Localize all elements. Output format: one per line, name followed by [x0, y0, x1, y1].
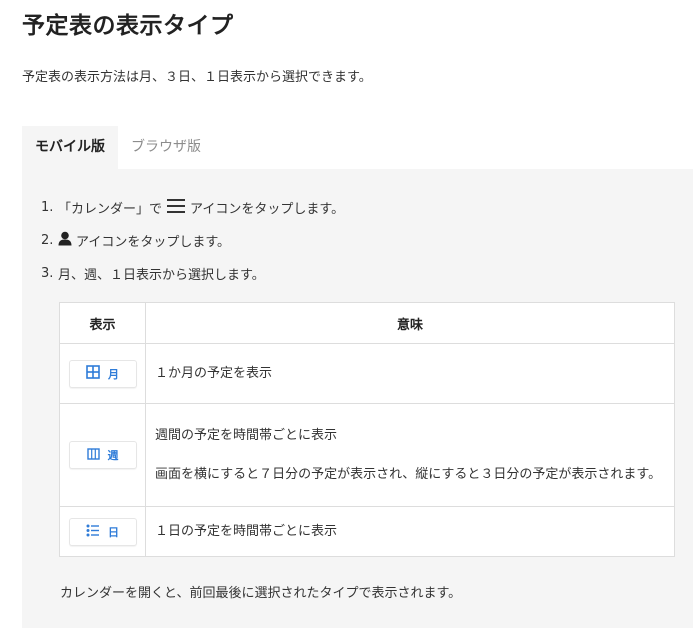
menu-icon [166, 198, 186, 218]
display-cell: 週 [59, 403, 146, 507]
meaning-cell: １日の予定を時間帯ごとに表示 [145, 506, 675, 557]
tab-browser[interactable]: ブラウザ版 [118, 126, 214, 169]
table-row: 日 １日の予定を時間帯ごとに表示 [59, 506, 675, 557]
mode-label: 月 [108, 367, 119, 381]
meaning-cell: １か月の予定を表示 [145, 343, 675, 404]
tab-panel-mobile: 1. 「カレンダー」で アイコンをタップします。 2. アイコンをタップします。… [22, 169, 693, 628]
step-number: 2. [41, 233, 54, 248]
table-row: 週 週間の予定を時間帯ごとに表示 画面を横にすると７日分の予定が表示され、縦にす… [59, 403, 675, 507]
table-header-row: 表示 意味 [59, 302, 675, 344]
steps-list: 1. 「カレンダー」で アイコンをタップします。 2. アイコンをタップします。… [41, 191, 344, 290]
help-page: 予定表の表示タイプ 予定表の表示方法は月、３日、１日表示から選択できます。 モバ… [0, 0, 700, 634]
tab-bar: モバイル版 ブラウザ版 [22, 126, 214, 169]
meaning-text: １か月の予定を表示 [155, 366, 273, 381]
step-number: 3. [41, 266, 54, 281]
closing-note: カレンダーを開くと、前回最後に選択されたタイプで表示されます。 [60, 586, 462, 601]
meaning-text: 週間の予定を時間帯ごとに表示 [155, 428, 338, 443]
user-icon [58, 231, 72, 250]
page-title: 予定表の表示タイプ [22, 13, 234, 39]
step-text-after: アイコンをタップします。 [76, 235, 231, 250]
step-item: 1. 「カレンダー」で アイコンをタップします。 [41, 191, 344, 224]
header-meaning: 意味 [145, 302, 675, 344]
month-view-button: 月 [68, 359, 137, 388]
day-view-button: 日 [68, 517, 137, 546]
tab-mobile[interactable]: モバイル版 [22, 126, 118, 169]
step-text-before: 「カレンダー」で [58, 202, 163, 217]
step-text-after: 月、週、１日表示から選択します。 [58, 268, 265, 283]
display-type-table: 表示 意味 月 １か月の予定を表示 週 週間の予定を時間帯ごとに表示 画面を横に… [59, 302, 675, 557]
step-number: 1. [41, 200, 54, 215]
step-item: 3. 月、週、１日表示から選択します。 [41, 257, 344, 290]
week-columns-icon [86, 447, 100, 463]
header-display: 表示 [59, 302, 146, 344]
meaning-cell: 週間の予定を時間帯ごとに表示 画面を横にすると７日分の予定が表示され、縦にすると… [145, 403, 675, 507]
mode-label: 週 [107, 449, 119, 462]
table-row: 月 １か月の予定を表示 [59, 343, 675, 404]
day-list-icon [86, 524, 100, 540]
meaning-text: １日の予定を時間帯ごとに表示 [155, 524, 338, 539]
display-cell: 月 [59, 343, 146, 404]
meaning-text: 画面を横にすると７日分の予定が表示され、縦にすると３日分の予定が表示されます。 [155, 467, 662, 482]
mode-label: 日 [108, 525, 119, 539]
step-text-after: アイコンをタップします。 [190, 202, 345, 217]
week-view-button: 週 [68, 441, 137, 469]
month-grid-icon [86, 365, 100, 382]
display-cell: 日 [59, 506, 146, 557]
intro-text: 予定表の表示方法は月、３日、１日表示から選択できます。 [22, 70, 372, 85]
step-item: 2. アイコンをタップします。 [41, 224, 344, 257]
